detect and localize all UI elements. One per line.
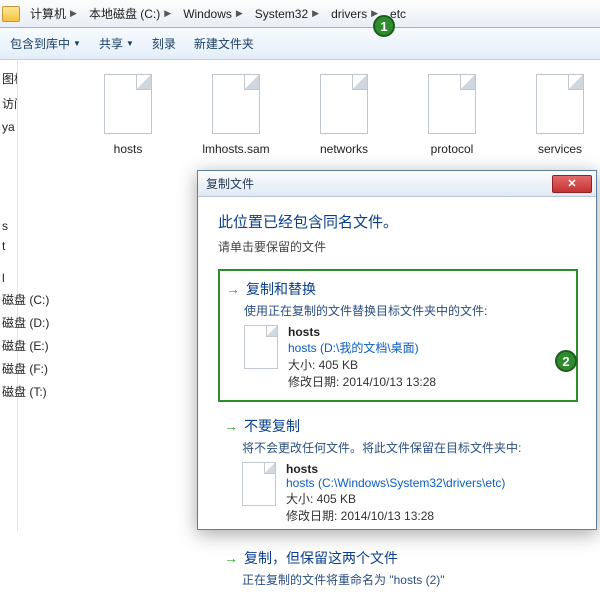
- file-path: hosts (D:\我的文档\桌面): [288, 339, 436, 356]
- include-in-library-button[interactable]: 包含到库中▼: [10, 35, 81, 52]
- file-icon: [536, 74, 584, 134]
- tree-item-disk-c[interactable]: 磁盘 (C:): [0, 288, 60, 311]
- option-title: 复制，但保留这两个文件: [244, 548, 398, 568]
- file-name: lmhosts.sam: [202, 142, 269, 156]
- arrow-right-icon: →: [224, 550, 238, 566]
- file-icon: [428, 74, 476, 134]
- file-name: protocol: [431, 142, 474, 156]
- tree-item-disk-d[interactable]: 磁盘 (D:): [0, 311, 60, 334]
- new-folder-button[interactable]: 新建文件夹: [194, 35, 254, 52]
- close-icon: ✕: [567, 177, 576, 190]
- file-name: hosts: [288, 325, 436, 339]
- file-item-networks[interactable]: networks: [304, 74, 384, 156]
- breadcrumb-system32[interactable]: System32▶: [249, 0, 325, 27]
- option-desc: 将不会更改任何文件。将此文件保留在目标文件夹中:: [242, 439, 572, 456]
- file-date: 修改日期: 2014/10/13 13:28: [286, 507, 505, 524]
- file-name: services: [538, 142, 582, 156]
- breadcrumb-windows[interactable]: Windows▶: [177, 0, 249, 27]
- share-button[interactable]: 共享▼: [99, 35, 134, 52]
- dialog-subheading: 请单击要保留的文件: [218, 238, 578, 255]
- option-keep-both[interactable]: → 复制，但保留这两个文件 正在复制的文件将重命名为 "hosts (2)": [218, 540, 578, 604]
- option-title: 复制和替换: [246, 279, 316, 299]
- file-icon: [104, 74, 152, 134]
- close-button[interactable]: ✕: [552, 175, 592, 193]
- option-title: 不要复制: [244, 416, 300, 436]
- chevron-down-icon: ▼: [126, 39, 134, 48]
- annotation-badge-2: 2: [555, 350, 577, 372]
- option-desc: 使用正在复制的文件替换目标文件夹中的文件:: [244, 302, 570, 319]
- tree-item-disk-t[interactable]: 磁盘 (T:): [0, 380, 60, 403]
- option-copy-and-replace[interactable]: → 复制和替换 使用正在复制的文件替换目标文件夹中的文件: hosts hosts…: [218, 269, 578, 402]
- chevron-right-icon[interactable]: ▶: [236, 8, 243, 19]
- nav-tree-partial: s t l 磁盘 (C:) 磁盘 (D:) 磁盘 (E:) 磁盘 (F:) 磁盘…: [0, 216, 60, 403]
- breadcrumb-localdisk-c[interactable]: 本地磁盘 (C:)▶: [83, 0, 177, 27]
- file-icon: [244, 325, 278, 369]
- copy-file-dialog: 复制文件 ✕ 此位置已经包含同名文件。 请单击要保留的文件 → 复制和替换 使用正…: [197, 170, 597, 530]
- arrow-right-icon: →: [226, 281, 240, 297]
- explorer-toolbar: 包含到库中▼ 共享▼ 刻录 新建文件夹: [0, 28, 600, 60]
- option-dont-copy[interactable]: → 不要复制 将不会更改任何文件。将此文件保留在目标文件夹中: hosts hos…: [218, 408, 578, 534]
- annotation-badge-1: 1: [373, 15, 395, 37]
- tree-item-disk-f[interactable]: 磁盘 (F:): [0, 357, 60, 380]
- arrow-right-icon: →: [224, 418, 238, 434]
- file-item-services[interactable]: services: [520, 74, 600, 156]
- file-name: hosts: [114, 142, 143, 156]
- chevron-down-icon: ▼: [73, 39, 81, 48]
- file-name: hosts: [286, 462, 505, 476]
- tree-item[interactable]: s: [0, 216, 60, 236]
- burn-button[interactable]: 刻录: [152, 35, 176, 52]
- chevron-right-icon[interactable]: ▶: [164, 8, 171, 19]
- tree-item[interactable]: t: [0, 236, 60, 256]
- file-icon: [320, 74, 368, 134]
- breadcrumb-computer[interactable]: 计算机▶: [24, 0, 83, 27]
- tree-item[interactable]: l: [0, 268, 60, 288]
- folder-icon: [2, 6, 20, 22]
- file-size: 大小: 405 KB: [286, 490, 505, 507]
- dialog-titlebar[interactable]: 复制文件 ✕: [198, 171, 596, 197]
- chevron-right-icon[interactable]: ▶: [70, 8, 77, 19]
- file-item-lmhosts[interactable]: lmhosts.sam: [196, 74, 276, 156]
- dialog-heading: 此位置已经包含同名文件。: [218, 211, 578, 232]
- dialog-title: 复制文件: [206, 175, 254, 192]
- file-item-hosts[interactable]: hosts: [88, 74, 168, 156]
- sidebar-item[interactable]: ya: [0, 116, 17, 138]
- file-icon: [212, 74, 260, 134]
- option-desc: 正在复制的文件将重命名为 "hosts (2)": [242, 571, 572, 588]
- sidebar-item[interactable]: 访问的位置: [0, 91, 17, 116]
- address-bar: 计算机▶ 本地磁盘 (C:)▶ Windows▶ System32▶ drive…: [0, 0, 600, 28]
- file-item-protocol[interactable]: protocol: [412, 74, 492, 156]
- file-icon: [242, 462, 276, 506]
- tree-item-disk-e[interactable]: 磁盘 (E:): [0, 334, 60, 357]
- file-date: 修改日期: 2014/10/13 13:28: [288, 373, 436, 390]
- chevron-right-icon[interactable]: ▶: [312, 8, 319, 19]
- file-size: 大小: 405 KB: [288, 356, 436, 373]
- file-name: networks: [320, 142, 368, 156]
- file-path: hosts (C:\Windows\System32\drivers\etc): [286, 476, 505, 490]
- sidebar-item[interactable]: 图标: [0, 66, 17, 91]
